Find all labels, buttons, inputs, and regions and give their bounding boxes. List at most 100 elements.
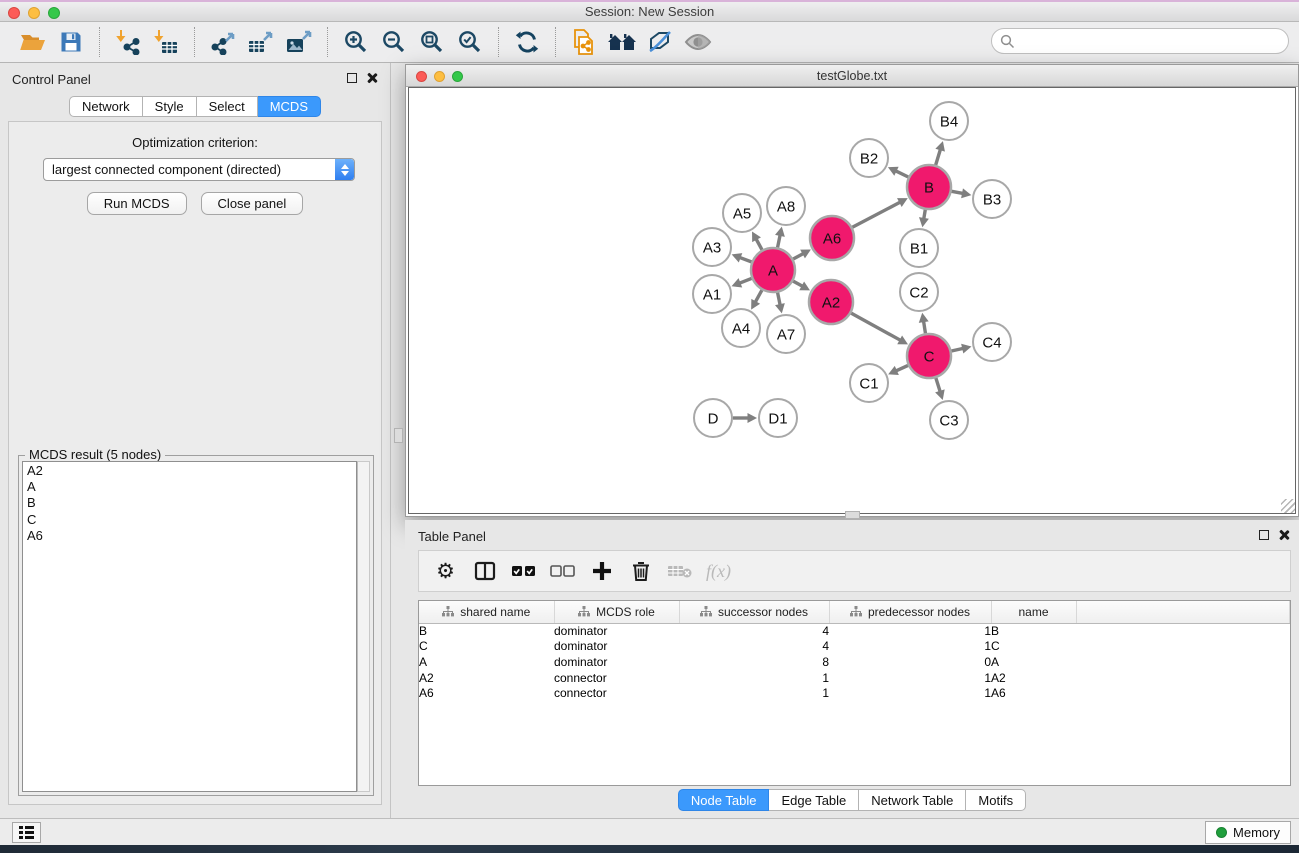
maximize-network-button[interactable] bbox=[452, 71, 463, 82]
graph-edge[interactable] bbox=[852, 202, 900, 227]
result-list-item[interactable]: B bbox=[23, 495, 356, 511]
result-list-item[interactable]: A6 bbox=[23, 528, 356, 544]
tab-mcds[interactable]: MCDS bbox=[258, 96, 321, 117]
result-list-item[interactable]: A bbox=[23, 479, 356, 495]
network-canvas[interactable]: AA1A2A3A4A5A6A7A8BB1B2B3B4CC1C2C3C4DD1 bbox=[408, 87, 1296, 514]
result-list-item[interactable]: C bbox=[23, 512, 356, 528]
graph-edge[interactable] bbox=[793, 253, 803, 259]
select-all-button[interactable] bbox=[505, 554, 542, 588]
column-header-successor-nodes[interactable]: successor nodes bbox=[679, 601, 829, 623]
minimize-window-button[interactable] bbox=[28, 7, 40, 19]
minimize-network-button[interactable] bbox=[434, 71, 445, 82]
table-row[interactable]: Adominator80A bbox=[419, 654, 1290, 670]
table-tab-node-table[interactable]: Node Table bbox=[678, 789, 770, 811]
clone-network-button[interactable] bbox=[565, 25, 603, 59]
delete-columns-button[interactable] bbox=[622, 554, 659, 588]
zoom-out-button[interactable] bbox=[375, 25, 413, 59]
maximize-window-button[interactable] bbox=[48, 7, 60, 19]
deselect-all-button[interactable] bbox=[544, 554, 581, 588]
open-folder-icon bbox=[19, 30, 47, 54]
export-image-button[interactable] bbox=[280, 25, 318, 59]
result-list-item[interactable]: A2 bbox=[23, 463, 356, 479]
network-graph[interactable]: AA1A2A3A4A5A6A7A8BB1B2B3B4CC1C2C3C4DD1 bbox=[409, 88, 1296, 514]
column-header-shared-name[interactable]: shared name bbox=[419, 601, 554, 623]
graph-edge[interactable] bbox=[924, 210, 926, 219]
table-row[interactable]: A2connector11A2 bbox=[419, 670, 1290, 686]
criterion-value: largest connected component (directed) bbox=[52, 162, 281, 177]
graph-edge[interactable] bbox=[951, 348, 963, 351]
window-controls[interactable] bbox=[8, 7, 60, 19]
import-network-button[interactable] bbox=[109, 25, 147, 59]
add-column-button[interactable] bbox=[583, 554, 620, 588]
toggle-labels-button[interactable] bbox=[641, 25, 679, 59]
window-resize-grip[interactable] bbox=[1281, 499, 1295, 513]
table-row[interactable]: Bdominator41B bbox=[419, 623, 1290, 639]
float-table-panel-icon[interactable] bbox=[1259, 530, 1269, 540]
table-tab-edge-table[interactable]: Edge Table bbox=[769, 789, 859, 811]
node-table[interactable]: shared nameMCDS rolesuccessor nodesprede… bbox=[418, 600, 1291, 786]
criterion-select[interactable]: largest connected component (directed) bbox=[43, 158, 355, 181]
zoom-in-button[interactable] bbox=[337, 25, 375, 59]
table-panel-window-buttons bbox=[1259, 529, 1289, 540]
close-panel-button[interactable]: Close panel bbox=[201, 192, 304, 215]
toggle-column-view-button[interactable] bbox=[466, 554, 503, 588]
gear-icon: ⚙ bbox=[436, 561, 455, 582]
export-table-button[interactable] bbox=[242, 25, 280, 59]
save-session-button[interactable] bbox=[52, 25, 90, 59]
table-tab-motifs[interactable]: Motifs bbox=[966, 789, 1026, 811]
close-window-button[interactable] bbox=[8, 7, 20, 19]
desktop-vertical-scrollbar[interactable] bbox=[394, 428, 403, 443]
float-panel-icon[interactable] bbox=[347, 73, 357, 83]
column-header-MCDS-role[interactable]: MCDS role bbox=[554, 601, 679, 623]
tab-select[interactable]: Select bbox=[197, 96, 258, 117]
network-window-controls[interactable] bbox=[416, 71, 463, 82]
open-session-button[interactable] bbox=[14, 25, 52, 59]
table-tab-network-table[interactable]: Network Table bbox=[859, 789, 966, 811]
edge-arrowhead bbox=[935, 389, 945, 400]
close-network-button[interactable] bbox=[416, 71, 427, 82]
import-table-button[interactable] bbox=[147, 25, 185, 59]
tab-style[interactable]: Style bbox=[143, 96, 197, 117]
table-settings-button[interactable]: ⚙ bbox=[427, 554, 464, 588]
zoom-selected-button[interactable] bbox=[451, 25, 489, 59]
mcds-result-list[interactable]: A2ABCA6 bbox=[22, 461, 357, 792]
table-row[interactable]: Cdominator41C bbox=[419, 639, 1290, 655]
graph-edge[interactable] bbox=[739, 278, 751, 283]
graph-edge[interactable] bbox=[755, 290, 762, 302]
graph-edge[interactable] bbox=[936, 378, 940, 392]
zoom-fit-button[interactable] bbox=[413, 25, 451, 59]
export-network-button[interactable] bbox=[204, 25, 242, 59]
run-mcds-button[interactable]: Run MCDS bbox=[87, 192, 187, 215]
graph-edge[interactable] bbox=[756, 239, 762, 250]
graph-edge[interactable] bbox=[896, 171, 909, 177]
graph-edge[interactable] bbox=[793, 281, 802, 286]
table-cell: connector bbox=[554, 670, 679, 686]
task-history-button[interactable] bbox=[12, 822, 41, 843]
graph-edge[interactable] bbox=[740, 257, 752, 261]
network-window-titlebar[interactable]: testGlobe.txt bbox=[406, 65, 1298, 87]
table-row[interactable]: A6connector11A6 bbox=[419, 685, 1290, 701]
column-header-name[interactable]: name bbox=[991, 601, 1076, 623]
graph-edge[interactable] bbox=[924, 321, 926, 333]
graph-edge[interactable] bbox=[896, 365, 908, 370]
toggle-graphics-details-button[interactable] bbox=[679, 25, 717, 59]
graph-edge[interactable] bbox=[851, 313, 900, 340]
result-list-scrollbar[interactable] bbox=[357, 461, 370, 792]
control-panel: Control Panel NetworkStyleSelectMCDS Opt… bbox=[0, 63, 391, 818]
close-table-panel-icon[interactable] bbox=[1278, 529, 1289, 540]
column-header-predecessor-nodes[interactable]: predecessor nodes bbox=[829, 601, 991, 623]
select-stepper-icon bbox=[335, 159, 354, 180]
close-panel-icon[interactable] bbox=[366, 72, 377, 83]
memory-button[interactable]: Memory bbox=[1205, 821, 1291, 844]
graph-edge[interactable] bbox=[778, 293, 781, 306]
graph-edge[interactable] bbox=[778, 235, 781, 248]
table-panel: Table Panel ⚙ bbox=[405, 520, 1299, 816]
graph-edge[interactable] bbox=[936, 149, 941, 165]
tab-network[interactable]: Network bbox=[69, 96, 143, 117]
graph-edge[interactable] bbox=[952, 191, 963, 193]
desktop-horizontal-scrollbar[interactable] bbox=[845, 511, 860, 519]
apply-layout-button[interactable] bbox=[508, 25, 546, 59]
toolbar-separator bbox=[327, 27, 328, 57]
first-neighbors-button[interactable] bbox=[603, 25, 641, 59]
search-input[interactable] bbox=[991, 28, 1289, 54]
